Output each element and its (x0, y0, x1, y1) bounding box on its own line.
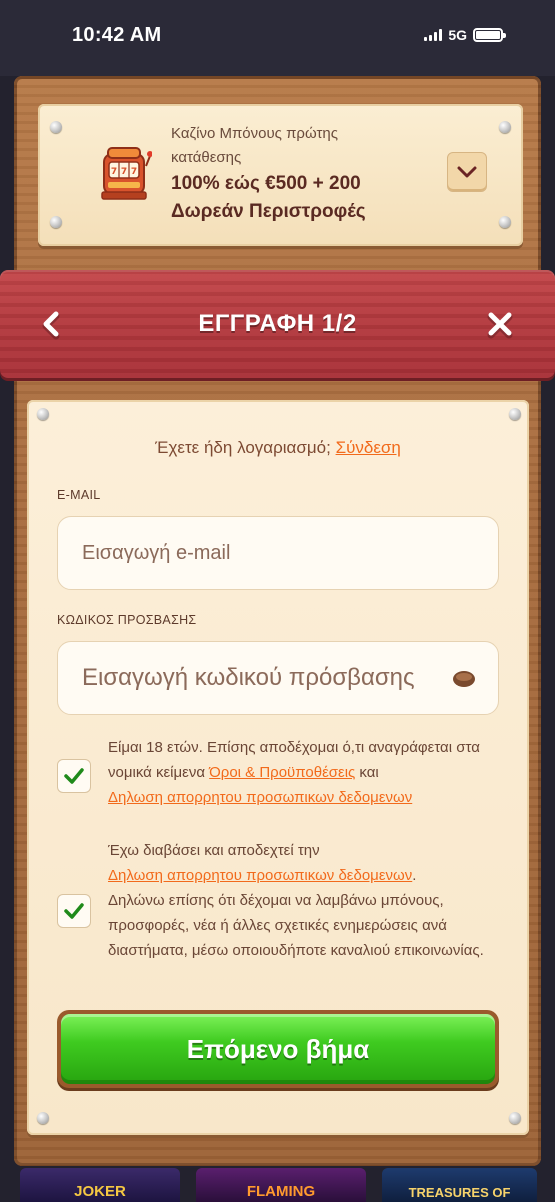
consent-marketing-text: Έχω διαβάσει και αποδεχτεί την Δηλωση απ… (108, 838, 502, 963)
game-title: FLAMING (246, 1183, 316, 1200)
password-placeholder: Εισαγωγή κωδικού πρόσβασης (82, 664, 415, 691)
page-title: ΕΓΓΡΑΦΗ 1/2 (198, 310, 357, 337)
screw-icon (509, 1112, 521, 1124)
status-indicators: 5G (424, 27, 506, 43)
bonus-subtitle: Καζίνο Μπόνους πρώτης κατάθεσης (171, 125, 338, 166)
game-tile-treasures[interactable]: TREASURES OF (382, 1168, 537, 1202)
screw-icon (499, 121, 511, 133)
privacy-link-2[interactable]: Δηλωση απορρητου προσωπικων δεδομενων (108, 867, 412, 884)
game-tile-flaming[interactable]: FLAMING (196, 1168, 366, 1202)
password-label: ΚΩΔΙΚΟΣ ΠΡΟΣΒΑΣΗΣ (57, 613, 197, 627)
svg-text:7: 7 (121, 167, 127, 177)
screw-icon (50, 216, 62, 228)
signal-icon (424, 29, 443, 41)
login-prompt-text: Έχετε ήδη λογαριασμό; (155, 438, 331, 457)
game-title: TREASURES OF (408, 1185, 511, 1200)
network-type: 5G (448, 27, 467, 43)
consent-terms-and: και (355, 764, 379, 781)
registration-header: ΕΓΓΡΑΦΗ 1/2 (0, 270, 555, 378)
bonus-offer-card[interactable]: 7 7 7 Καζίνο Μπόνους πρώτης κατάθεσης 10… (38, 104, 523, 246)
email-field[interactable]: Εισαγωγή e-mail (57, 516, 499, 590)
bonus-title: 100% εώς €500 + 200 Δωρεάν Περιστροφές (171, 173, 366, 222)
terms-link[interactable]: Όροι & Προϋποθέσεις (209, 764, 355, 781)
battery-icon (473, 28, 506, 42)
game-tile-joker[interactable]: JOKER (20, 1168, 180, 1202)
svg-text:7: 7 (131, 167, 137, 177)
registration-form: Έχετε ήδη λογαριασμό; Σύνδεση E-MAIL Εισ… (27, 400, 529, 1135)
status-bar: 10:42 AM 5G (0, 0, 555, 76)
email-label: E-MAIL (57, 488, 101, 502)
checkmark-icon (64, 903, 84, 919)
email-placeholder: Εισαγωγή e-mail (82, 541, 231, 564)
next-step-button[interactable]: Επόμενο βήμα (57, 1010, 499, 1088)
next-step-label: Επόμενο βήμα (61, 1014, 495, 1084)
login-link[interactable]: Σύνδεση (336, 438, 401, 457)
screw-icon (499, 216, 511, 228)
password-field[interactable]: Εισαγωγή κωδικού πρόσβασης (57, 641, 499, 715)
consent-terms-row: Είμαι 18 ετών. Επίσης αποδέχομαι ό,τι αν… (57, 735, 502, 815)
consent-terms-checkbox[interactable] (57, 759, 91, 793)
consent-terms-text: Είμαι 18 ετών. Επίσης αποδέχομαι ό,τι αν… (108, 735, 502, 810)
consent-marketing-period: . (412, 867, 417, 884)
privacy-link[interactable]: Δηλωση απορρητου προσωπικων δεδομενων (108, 789, 412, 806)
consent-marketing-copy: Έχω διαβάσει και αποδεχτεί την (108, 842, 320, 859)
games-strip: JOKER FLAMING TREASURES OF (0, 1168, 555, 1202)
consent-marketing-details: Δηλώνω επίσης ότι δέχομαι να λαμβάνω μπό… (108, 892, 484, 959)
eye-icon[interactable] (452, 670, 476, 688)
checkmark-icon (64, 768, 84, 784)
screw-icon (50, 121, 62, 133)
screw-icon (37, 1112, 49, 1124)
screw-icon (509, 408, 521, 420)
consent-marketing-row: Έχω διαβάσει και αποδεχτεί την Δηλωση απ… (57, 838, 502, 988)
status-time: 10:42 AM (72, 24, 162, 46)
chevron-down-icon (457, 166, 477, 178)
game-title: JOKER (74, 1183, 126, 1200)
expand-bonus-button[interactable] (447, 152, 487, 192)
svg-text:7: 7 (111, 167, 117, 177)
slot-machine-icon: 7 7 7 (101, 147, 152, 200)
login-prompt: Έχετε ήδη λογαριασμό; Σύνδεση (27, 438, 529, 458)
screw-icon (37, 408, 49, 420)
consent-marketing-checkbox[interactable] (57, 894, 91, 928)
close-icon[interactable] (484, 308, 516, 340)
